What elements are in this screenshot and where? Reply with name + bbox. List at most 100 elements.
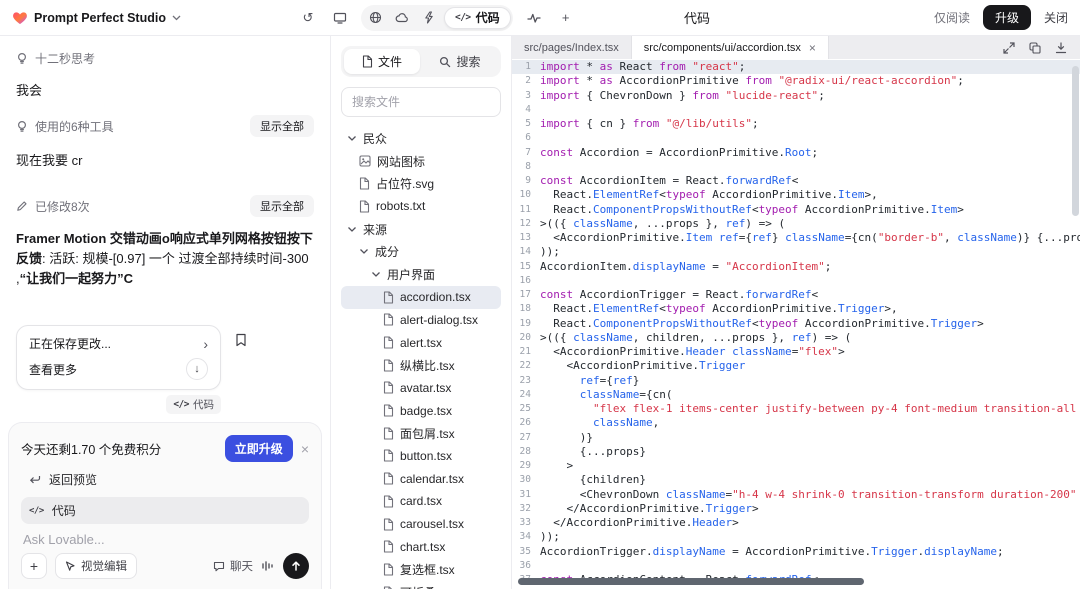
add-tab-icon[interactable]: + [555,7,577,29]
code-text: )); [540,530,1080,544]
tree-folder[interactable]: 用户界面 [341,263,501,286]
code-line[interactable]: 36 [512,559,1080,573]
code-line[interactable]: 33 </AccordionPrimitive.Header> [512,516,1080,530]
tab-files[interactable]: 文件 [344,49,420,74]
visual-edit-button[interactable]: 视觉编辑 [55,553,137,579]
tree-item[interactable]: 占位符.svg [341,172,501,195]
tree-item[interactable]: robots.txt [341,195,501,218]
code-line[interactable]: 9const AccordionItem = React.forwardRef< [512,174,1080,188]
tree-item[interactable]: card.tsx [341,490,501,513]
tree-item[interactable]: avatar.tsx [341,377,501,400]
code-line[interactable]: 7const Accordion = AccordionPrimitive.Ro… [512,146,1080,160]
tree-folder[interactable]: 民众 [341,127,501,150]
code-line[interactable]: 18 React.ElementRef<typeof AccordionPrim… [512,302,1080,316]
back-to-preview-item[interactable]: 返回预览 [21,466,309,493]
code-line[interactable]: 19 React.ComponentPropsWithoutRef<typeof… [512,317,1080,331]
editor-tab[interactable]: src/components/ui/accordion.tsx× [632,36,829,59]
history-icon[interactable]: ↺ [297,7,319,29]
code-line[interactable]: 29 > [512,459,1080,473]
code-mode-item[interactable]: </> 代码 [21,497,309,524]
file-search-input[interactable] [341,87,501,117]
code-line[interactable]: 24 className={cn( [512,388,1080,402]
download-icon[interactable] [1054,41,1068,55]
close-banner-icon[interactable]: × [301,442,309,456]
see-more-label[interactable]: 查看更多 [29,361,77,378]
chat-mode-button[interactable]: 聊天 [213,558,253,574]
show-all-button[interactable]: 显示全部 [250,115,314,137]
code-view-toggle[interactable]: </> 代码 [444,7,511,29]
activity-icon[interactable] [523,7,545,29]
close-tab-icon[interactable]: × [809,41,816,55]
copy-icon[interactable] [1028,41,1042,55]
tree-folder[interactable]: 成分 [341,240,501,263]
code-line[interactable]: 4 [512,103,1080,117]
prompt-input[interactable] [23,532,311,547]
code-line[interactable]: 14)); [512,245,1080,259]
code-line[interactable]: 35AccordionTrigger.displayName = Accordi… [512,545,1080,559]
close-button[interactable]: 关闭 [1044,9,1068,26]
file-icon [359,177,370,190]
tree-item[interactable]: carousel.tsx [341,513,501,536]
code-line[interactable]: 5import { cn } from "@/lib/utils"; [512,117,1080,131]
code-line[interactable]: 34)); [512,530,1080,544]
horizontal-scrollbar[interactable] [518,578,864,585]
code-tag-row: </> 代码 [16,395,221,414]
chevron-right-icon[interactable]: › [203,337,208,351]
tree-item[interactable]: chart.tsx [341,535,501,558]
tree-item[interactable]: 面包屑.tsx [341,422,501,445]
scroll-down-button[interactable]: ↓ [186,358,208,380]
code-line[interactable]: 26 className, [512,416,1080,430]
code-line[interactable]: 8 [512,160,1080,174]
device-preview-icon[interactable] [329,7,351,29]
tree-item[interactable]: accordion.tsx [341,286,501,309]
code-line[interactable]: 17const AccordionTrigger = React.forward… [512,288,1080,302]
code-line[interactable]: 10 React.ElementRef<typeof AccordionPrim… [512,188,1080,202]
code-line[interactable]: 11 React.ComponentPropsWithoutRef<typeof… [512,203,1080,217]
tree-item[interactable]: badge.tsx [341,399,501,422]
tree-item[interactable]: 复选框.tsx [341,558,501,581]
voice-waveform-icon[interactable] [261,560,275,572]
globe-icon[interactable] [363,7,388,29]
upgrade-now-button[interactable]: 立即升级 [225,435,293,462]
expand-icon[interactable] [1002,41,1016,55]
code-line[interactable]: 28 {...props} [512,445,1080,459]
code-line[interactable]: 25 "flex flex-1 items-center justify-bet… [512,402,1080,416]
code-line[interactable]: 13 <AccordionPrimitive.Item ref={ref} cl… [512,231,1080,245]
tree-item[interactable]: 网站图标 [341,150,501,173]
code-line[interactable]: 3import { ChevronDown } from "lucide-rea… [512,89,1080,103]
attach-button[interactable]: + [21,553,47,579]
tree-item[interactable]: 可折叠.tsx [341,581,501,589]
tab-search[interactable]: 搜索 [422,49,498,74]
tree-folder[interactable]: 来源 [341,218,501,241]
code-text: import * as React from "react"; [540,60,1080,74]
upgrade-button[interactable]: 升级 [983,5,1031,30]
cloud-icon[interactable] [390,7,415,29]
bolt-icon[interactable] [417,7,442,29]
tree-item[interactable]: calendar.tsx [341,467,501,490]
code-line[interactable]: 12>(({ className, ...props }, ref) => ( [512,217,1080,231]
code-line[interactable]: 2import * as AccordionPrimitive from "@r… [512,74,1080,88]
editor-tab[interactable]: src/pages/Index.tsx [512,36,632,59]
vertical-scrollbar[interactable] [1072,66,1079,216]
code-line[interactable]: 15AccordionItem.displayName = "Accordion… [512,260,1080,274]
code-line[interactable]: 22 <AccordionPrimitive.Trigger [512,359,1080,373]
send-button[interactable] [283,553,309,579]
tree-item[interactable]: alert-dialog.tsx [341,309,501,332]
tree-item[interactable]: button.tsx [341,445,501,468]
code-line[interactable]: 31 <ChevronDown className="h-4 w-4 shrin… [512,488,1080,502]
saving-card[interactable]: 正在保存更改... › 查看更多 ↓ [16,325,221,390]
code-line[interactable]: 6 [512,131,1080,145]
tree-item[interactable]: 纵横比.tsx [341,354,501,377]
show-all-button[interactable]: 显示全部 [250,195,314,217]
code-line[interactable]: 20>(({ className, children, ...props }, … [512,331,1080,345]
project-menu[interactable]: Prompt Perfect Studio [12,10,181,26]
tree-item[interactable]: alert.tsx [341,331,501,354]
code-line[interactable]: 30 {children} [512,473,1080,487]
code-line[interactable]: 23 ref={ref} [512,374,1080,388]
code-line[interactable]: 27 )} [512,431,1080,445]
code-line[interactable]: 32 </AccordionPrimitive.Trigger> [512,502,1080,516]
bookmark-icon[interactable] [235,333,247,347]
code-line[interactable]: 1import * as React from "react"; [512,60,1080,74]
code-line[interactable]: 21 <AccordionPrimitive.Header className=… [512,345,1080,359]
code-line[interactable]: 16 [512,274,1080,288]
